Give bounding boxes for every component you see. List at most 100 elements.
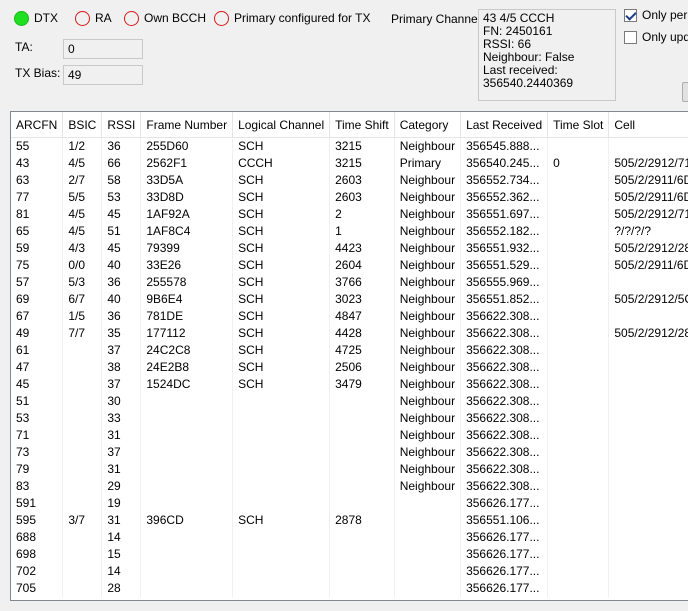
table-cell: 1AF8C4	[140, 223, 234, 240]
table-cell: 37	[101, 444, 142, 461]
table-row[interactable]: 55 1/2 36 255D60 SCH 3215 Neighbour 356545.888.…	[11, 137, 688, 155]
table-cell	[547, 529, 610, 546]
table-cell	[62, 546, 103, 563]
column-header-rssi[interactable]: RSSI	[101, 112, 142, 138]
table-cell	[608, 529, 688, 546]
table-cell	[329, 529, 395, 546]
column-header-logical-channel[interactable]: Logical Channel	[232, 112, 331, 138]
table-row[interactable]: 73 37 Neighbour 356622.308...	[11, 444, 688, 461]
table-cell	[547, 172, 610, 189]
table-row[interactable]: 69 6/7 40 9B6E4 SCH 3023 Neighbour 356551.852..…	[11, 291, 688, 308]
table-cell	[329, 427, 395, 444]
table-row[interactable]: 57 5/3 36 255578 SCH 3766 Neighbour 356555.969.…	[11, 274, 688, 291]
column-header-bsic[interactable]: BSIC	[62, 112, 103, 138]
table-cell: SCH	[232, 223, 331, 240]
table-row[interactable]: 698 15 356626.177...	[11, 546, 688, 563]
table-cell: 45	[101, 206, 142, 223]
table-cell: Neighbour	[394, 342, 462, 359]
option-only-updated[interactable]: Only upda	[624, 29, 688, 45]
table-cell: Neighbour	[394, 172, 462, 189]
table-cell	[547, 461, 610, 478]
table-cell: 356551.852...	[460, 291, 549, 308]
table-cell: 63	[11, 172, 64, 189]
table-cell: SCH	[232, 172, 331, 189]
table-cell: 705	[11, 580, 64, 597]
table-row[interactable]: 45 37 1524DC SCH 3479 Neighbour 356622.308...	[11, 376, 688, 393]
table-row[interactable]: 61 37 24C2C8 SCH 4725 Neighbour 356622.308...	[11, 342, 688, 359]
table-row[interactable]: 595 3/7 31 396CD SCH 2878 356551.106...	[11, 512, 688, 529]
table-cell	[329, 444, 395, 461]
table-row[interactable]: 59 4/3 45 79399 SCH 4423 Neighbour 356551.932..…	[11, 240, 688, 257]
column-header-last-received[interactable]: Last Received	[460, 112, 549, 138]
table-cell: 79399	[140, 240, 234, 257]
column-header-time-slot[interactable]: Time Slot	[547, 112, 610, 138]
table-row[interactable]: 53 33 Neighbour 356622.308...	[11, 410, 688, 427]
column-header-cell[interactable]: Cell	[608, 112, 688, 138]
table-cell: 36	[101, 308, 142, 325]
table-cell: 356622.308...	[460, 410, 549, 427]
table-cell	[232, 461, 331, 478]
table-cell: 591	[11, 495, 64, 512]
table-cell: Neighbour	[394, 325, 462, 342]
table-cell: 505/2/2912/28F2	[608, 325, 688, 342]
table-cell	[329, 495, 395, 512]
table-row[interactable]: 63 2/7 58 33D5A SCH 2603 Neighbour 356552.734..…	[11, 172, 688, 189]
table-cell: 6/7	[62, 291, 103, 308]
option-label: Only upda	[642, 30, 688, 44]
table-cell: 356552.734...	[460, 172, 549, 189]
table-cell: 1524DC	[140, 376, 234, 393]
column-header-category[interactable]: Category	[394, 112, 462, 138]
table-cell: 51	[11, 393, 64, 410]
column-header-arcfn[interactable]: ARCFN	[11, 112, 64, 138]
table-row[interactable]: 49 7/7 35 177112 SCH 4428 Neighbour 356622.308.…	[11, 325, 688, 342]
tx-bias-field[interactable]: 49	[63, 65, 143, 85]
table-row[interactable]: 67 1/5 36 781DE SCH 4847 Neighbour 356622.308..…	[11, 308, 688, 325]
table-cell	[547, 257, 610, 274]
table-row[interactable]: 81 4/5 45 1AF92A SCH 2 Neighbour 356551.697... 5…	[11, 206, 688, 223]
table-cell: 2/7	[62, 172, 103, 189]
ta-field[interactable]: 0	[63, 39, 143, 59]
table-cell: 53	[101, 189, 142, 206]
table-cell: 31	[101, 427, 142, 444]
tx-bias-label: TX Bias:	[15, 66, 61, 80]
table-cell: Neighbour	[394, 308, 462, 325]
channel-list[interactable]: ARCFN BSIC RSSI Frame Number Logical Channel…	[10, 111, 688, 601]
table-row[interactable]: 79 31 Neighbour 356622.308...	[11, 461, 688, 478]
checkbox-icon[interactable]	[624, 8, 637, 22]
table-row[interactable]: 705 28 356626.177...	[11, 580, 688, 597]
table-cell	[608, 495, 688, 512]
table-row[interactable]: 47 38 24E2B8 SCH 2506 Neighbour 356622.308...	[11, 359, 688, 376]
table-row[interactable]: 43 4/5 66 2562F1 CCCH 3215 Primary 356540.245..…	[11, 155, 688, 172]
table-cell	[232, 563, 331, 580]
table-row[interactable]: 591 19 356626.177...	[11, 495, 688, 512]
table-cell: SCH	[232, 206, 331, 223]
table-cell: 30	[101, 393, 142, 410]
table-cell: Neighbour	[394, 189, 462, 206]
table-row[interactable]: 65 4/5 51 1AF8C4 SCH 1 Neighbour 356552.182...?…	[11, 223, 688, 240]
option-only-periodic[interactable]: Only peric	[624, 7, 688, 23]
table-cell	[329, 563, 395, 580]
table-cell	[140, 427, 234, 444]
table-cell: 0/0	[62, 257, 103, 274]
column-header-time-shift[interactable]: Time Shift	[329, 112, 395, 138]
table-cell	[62, 444, 103, 461]
table-cell: SCH	[232, 512, 331, 529]
checkbox-icon[interactable]	[624, 30, 637, 44]
table-cell: 24C2C8	[140, 342, 234, 359]
table-cell: 5/5	[62, 189, 103, 206]
table-cell	[62, 529, 103, 546]
table-row[interactable]: 702 14 356626.177...	[11, 563, 688, 580]
table-row[interactable]: 77 5/5 53 33D8D SCH 2603 Neighbour 356552.362..…	[11, 189, 688, 206]
table-cell	[62, 563, 103, 580]
table-row[interactable]: 71 31 Neighbour 356622.308...	[11, 427, 688, 444]
table-cell: 59	[11, 240, 64, 257]
table-row[interactable]: 688 14 356626.177...	[11, 529, 688, 546]
clipped-button[interactable]	[682, 82, 688, 102]
table-row[interactable]: 83 29 Neighbour 356622.308...	[11, 478, 688, 495]
table-cell: 356551.529...	[460, 257, 549, 274]
table-row[interactable]: 75 0/0 40 33E26 SCH 2604 Neighbour 356551.529..…	[11, 257, 688, 274]
table-cell: 33D5A	[140, 172, 234, 189]
column-header-frame-number[interactable]: Frame Number	[140, 112, 234, 138]
table-row[interactable]: 51 30 Neighbour 356622.308...	[11, 393, 688, 410]
table-cell: 58	[101, 172, 142, 189]
